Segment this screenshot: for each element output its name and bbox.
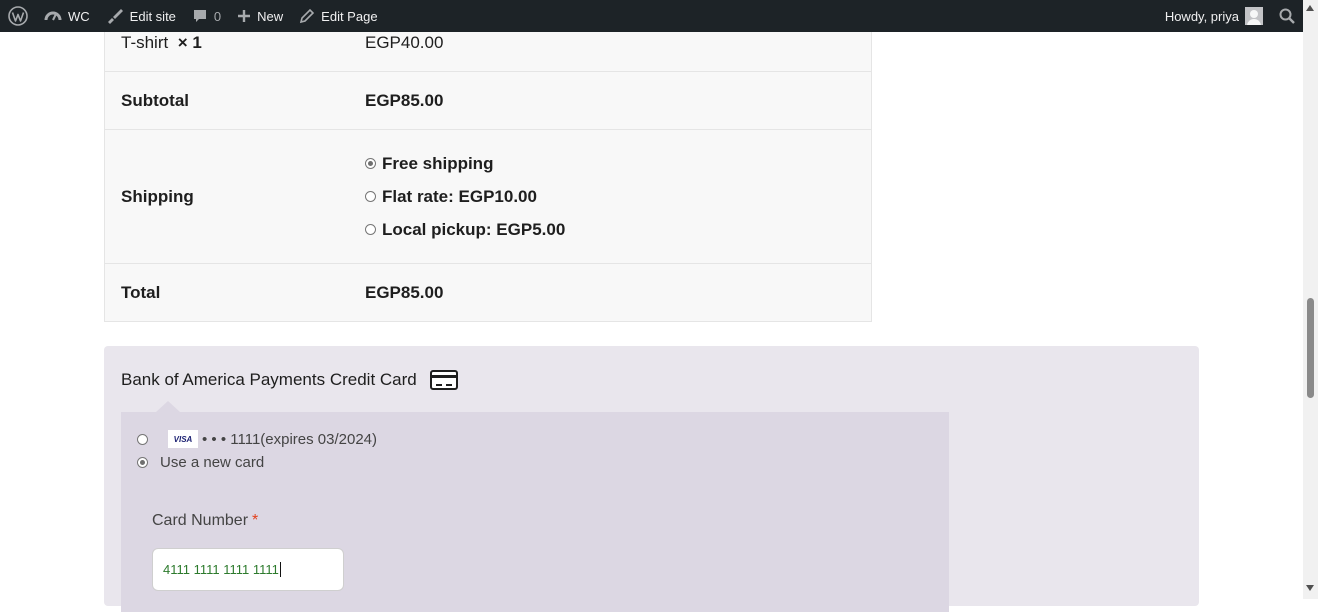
new-card-radio[interactable]	[137, 457, 148, 468]
payment-box-pointer	[156, 401, 180, 412]
shipping-option-label: Local pickup: EGP5.00	[382, 219, 566, 239]
subtotal-value: EGP85.00	[365, 90, 444, 110]
edit-page-button[interactable]: Edit Page	[291, 0, 385, 32]
wordpress-icon	[8, 6, 28, 26]
required-marker: *	[252, 512, 259, 529]
item-name-cell: T-shirt × 1	[105, 32, 365, 53]
shipping-radio-flat-rate[interactable]	[365, 191, 376, 202]
brush-icon	[107, 9, 123, 24]
admin-bar: WC Edit site 0 New Edit Page Howdy, priy…	[0, 0, 1303, 32]
card-number-input[interactable]: 4111 1111 1111 1111	[152, 548, 344, 591]
subtotal-label: Subtotal	[121, 90, 189, 110]
shipping-option-label: Flat rate: EGP10.00	[382, 186, 537, 206]
new-content-button[interactable]: New	[229, 0, 291, 32]
new-label: New	[257, 8, 284, 24]
scroll-down-arrow-icon[interactable]	[1306, 585, 1314, 591]
saved-card-option[interactable]: VISA • • • 1111(expires 03/2024)	[137, 430, 377, 448]
shipping-label: Shipping	[121, 186, 194, 206]
edit-page-label: Edit Page	[321, 8, 378, 24]
search-button[interactable]	[1271, 0, 1303, 32]
shipping-row: Shipping Free shipping Flat rate: EGP10.…	[105, 130, 871, 264]
scroll-up-arrow-icon[interactable]	[1306, 5, 1314, 11]
subtotal-row: Subtotal EGP85.00	[105, 72, 871, 130]
avatar	[1245, 7, 1263, 25]
payment-method-box: Bank of America Payments Credit Card VIS…	[104, 346, 1199, 612]
shipping-option-free[interactable]: Free shipping	[365, 147, 871, 180]
edit-site-label: Edit site	[129, 8, 176, 24]
comments-button[interactable]: 0	[184, 0, 229, 32]
total-value: EGP85.00	[365, 282, 444, 302]
text-cursor	[279, 562, 281, 577]
dashboard-icon	[44, 11, 62, 21]
shipping-option-flat-rate[interactable]: Flat rate: EGP10.00	[365, 180, 871, 213]
new-card-option[interactable]: Use a new card	[137, 454, 264, 471]
saved-card-label: • • • 1111(expires 03/2024)	[202, 430, 378, 448]
scrollbar-thumb[interactable]	[1307, 298, 1314, 398]
order-review-table: T-shirt × 1 EGP40.00 Subtotal EGP85.00 S…	[104, 32, 872, 322]
comments-count: 0	[213, 8, 222, 24]
payment-method-title[interactable]: Bank of America Payments Credit Card	[121, 370, 458, 390]
payment-method-label: Bank of America Payments Credit Card	[121, 370, 417, 389]
shipping-methods: Free shipping Flat rate: EGP10.00 Local …	[365, 147, 871, 246]
item-quantity: × 1	[177, 33, 202, 52]
site-name-label: WC	[68, 8, 90, 24]
visa-icon: VISA	[168, 430, 198, 448]
card-number-label-text: Card Number	[152, 512, 249, 529]
new-card-label: Use a new card	[160, 454, 265, 471]
pencil-icon	[300, 8, 315, 24]
wordpress-logo-button[interactable]	[0, 0, 36, 32]
comment-bubble-icon	[193, 10, 206, 22]
shipping-radio-free[interactable]	[365, 158, 376, 169]
credit-card-icon	[429, 370, 458, 390]
vertical-scrollbar[interactable]	[1303, 0, 1318, 599]
my-account-menu[interactable]: Howdy, priya	[1157, 0, 1271, 32]
shipping-option-label: Free shipping	[382, 153, 494, 173]
item-price: EGP40.00	[365, 33, 444, 52]
edit-site-button[interactable]: Edit site	[98, 0, 184, 32]
order-item-row: T-shirt × 1 EGP40.00	[105, 32, 871, 72]
card-number-label: Card Number *	[152, 512, 258, 530]
search-icon	[1279, 8, 1295, 24]
item-name: T-shirt	[121, 33, 169, 52]
plus-icon	[238, 10, 251, 22]
total-row: Total EGP85.00	[105, 264, 871, 321]
total-label: Total	[121, 282, 161, 302]
payment-fields: VISA • • • 1111(expires 03/2024) Use a n…	[121, 412, 949, 612]
site-name-menu[interactable]: WC	[36, 0, 98, 32]
howdy-label: Howdy, priya	[1164, 8, 1239, 24]
saved-card-radio[interactable]	[137, 433, 148, 445]
shipping-radio-local-pickup[interactable]	[365, 224, 376, 235]
card-number-value: 4111 1111 1111 1111	[163, 562, 279, 577]
shipping-option-local-pickup[interactable]: Local pickup: EGP5.00	[365, 213, 871, 246]
